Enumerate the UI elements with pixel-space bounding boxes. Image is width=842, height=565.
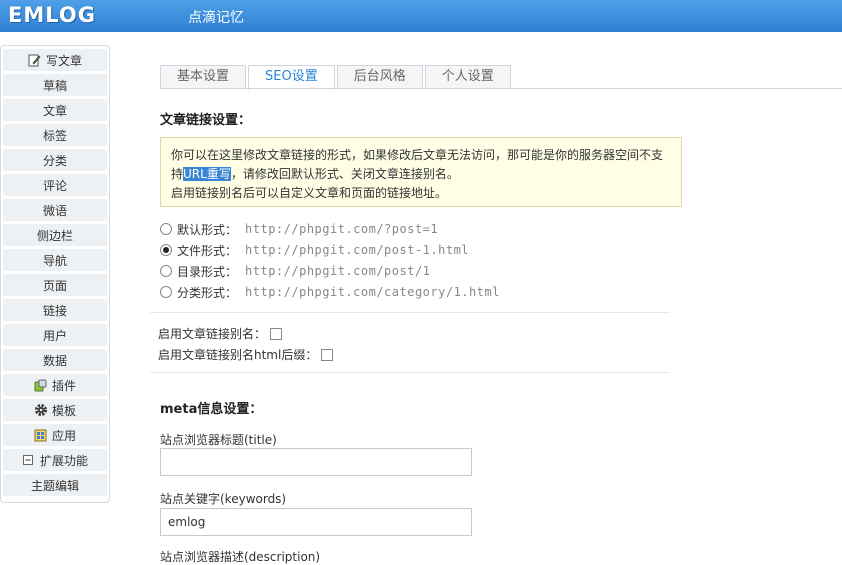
site-name[interactable]: 点滴记忆	[188, 7, 244, 27]
sidebar-item-pages[interactable]: 页面	[3, 274, 107, 296]
sidebar-item-theme-editor[interactable]: 主题编辑	[3, 474, 107, 496]
sidebar-item-label: 侧边栏	[36, 228, 73, 243]
sidebar-item-label: 数据	[42, 353, 67, 368]
permalink-option-category[interactable]: 分类形式： http://phpgit.com/category/1.html	[160, 283, 500, 301]
sidebar-item-users[interactable]: 用户	[3, 324, 107, 346]
sidebar-item-data[interactable]: 数据	[3, 349, 107, 371]
site-title-input[interactable]	[160, 448, 472, 476]
sidebar: 写文章 草稿 文章 标签 分类 评论 微语 侧边栏 导航 页面 链接 用户 数据…	[0, 45, 110, 503]
tab-personal[interactable]: 个人设置	[424, 65, 511, 89]
meta-section-title: meta信息设置：	[160, 402, 263, 417]
edit-icon	[28, 53, 42, 67]
enable-alias-html-label: 启用文章链接别名html后缀：	[158, 348, 318, 362]
sidebar-item-label: 扩展功能	[39, 453, 88, 468]
sidebar-item-label: 标签	[42, 128, 67, 143]
sidebar-item-navigation[interactable]: 导航	[3, 249, 107, 271]
sidebar-item-write[interactable]: 写文章	[3, 49, 107, 71]
sidebar-item-label: 链接	[42, 303, 67, 318]
sidebar-item-label: 文章	[42, 103, 67, 118]
sidebar-item-extensions[interactable]: 扩展功能	[3, 449, 107, 471]
site-title-label: 站点浏览器标题(title)	[160, 433, 277, 447]
notice-line-3: 启用链接别名后可以自定义文章和页面的链接地址。	[171, 186, 448, 200]
notice-line-1: 你可以在这里修改文章链接的形式，如果修改后文章无法访问，那可能是你的服务器空间不…	[171, 148, 664, 162]
enable-alias-label: 启用文章链接别名：	[158, 327, 267, 341]
keywords-label: 站点关键字(keywords)	[160, 492, 287, 506]
notice-line-2: 持URL重写，请修改回默认形式、关闭文章连接别名。	[171, 167, 459, 181]
description-label: 站点浏览器描述(description)	[160, 550, 321, 564]
sidebar-item-label: 用户	[42, 328, 67, 343]
tab-basic[interactable]: 基本设置	[160, 65, 247, 89]
sidebar-item-label: 分类	[42, 153, 67, 168]
sidebar-item-templates[interactable]: 模板	[3, 399, 107, 421]
permalink-option-directory[interactable]: 目录形式： http://phpgit.com/post/1	[160, 262, 430, 280]
sidebar-item-label: 导航	[42, 253, 67, 268]
tab-seo[interactable]: SEO设置	[248, 65, 335, 90]
sidebar-item-widgets[interactable]: 侧边栏	[3, 224, 107, 246]
sidebar-item-label: 主题编辑	[30, 478, 79, 493]
top-bar: EMLOG 点滴记忆	[0, 0, 842, 32]
sidebar-item-label: 评论	[42, 178, 67, 193]
permalink-section-title: 文章链接设置：	[160, 113, 252, 128]
divider	[150, 372, 670, 373]
sidebar-item-label: 插件	[51, 378, 76, 393]
sidebar-item-links[interactable]: 链接	[3, 299, 107, 321]
permalink-option-file[interactable]: 文件形式： http://phpgit.com/post-1.html	[160, 241, 469, 259]
sidebar-item-label: 应用	[51, 428, 76, 443]
radio-directory[interactable]	[160, 265, 172, 277]
tab-divider	[160, 88, 842, 89]
radio-category[interactable]	[160, 286, 172, 298]
sidebar-item-categories[interactable]: 分类	[3, 149, 107, 171]
radio-default[interactable]	[160, 223, 172, 235]
url-rewrite-highlight: URL重写	[183, 167, 231, 181]
sidebar-item-label: 草稿	[42, 78, 67, 93]
sidebar-item-twitter[interactable]: 微语	[3, 199, 107, 221]
sidebar-item-plugins[interactable]: 插件	[3, 374, 107, 396]
sidebar-item-articles[interactable]: 文章	[3, 99, 107, 121]
divider	[150, 312, 670, 313]
settings-tabs: 基本设置 SEO设置 后台风格 个人设置	[160, 65, 513, 90]
permalink-notice: 你可以在这里修改文章链接的形式，如果修改后文章无法访问，那可能是你的服务器空间不…	[160, 137, 682, 207]
tab-admin-style[interactable]: 后台风格	[336, 65, 423, 89]
keywords-input[interactable]: emlog	[160, 508, 472, 536]
gear-icon	[34, 403, 48, 417]
plugin-icon	[34, 378, 48, 392]
radio-file[interactable]	[160, 244, 172, 256]
sidebar-item-tags[interactable]: 标签	[3, 124, 107, 146]
collapse-icon	[22, 453, 36, 467]
sidebar-item-apps[interactable]: 应用	[3, 424, 107, 446]
enable-alias-html-checkbox[interactable]	[321, 348, 334, 361]
sidebar-item-label: 微语	[42, 203, 67, 218]
sidebar-item-label: 页面	[42, 278, 67, 293]
enable-alias-checkbox[interactable]	[270, 327, 283, 340]
app-icon	[34, 428, 48, 442]
sidebar-item-comments[interactable]: 评论	[3, 174, 107, 196]
sidebar-item-label: 写文章	[45, 53, 82, 68]
sidebar-item-drafts[interactable]: 草稿	[3, 74, 107, 96]
enable-alias-html-row: 启用文章链接别名html后缀：	[158, 346, 334, 363]
emlog-logo[interactable]: EMLOG	[8, 3, 128, 27]
enable-alias-row: 启用文章链接别名：	[158, 325, 283, 342]
permalink-option-default[interactable]: 默认形式： http://phpgit.com/?post=1	[160, 220, 438, 238]
sidebar-item-label: 模板	[51, 403, 76, 418]
